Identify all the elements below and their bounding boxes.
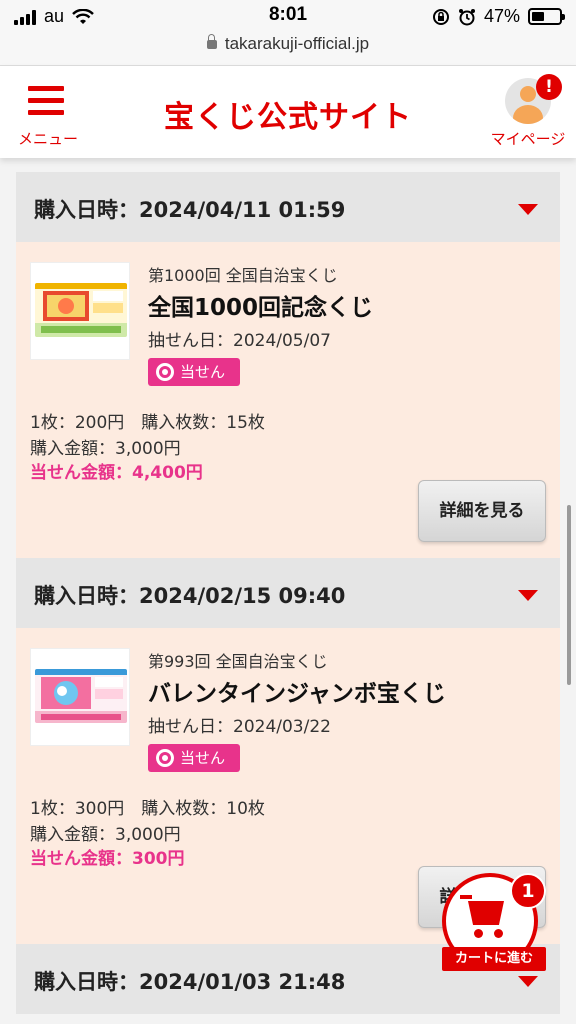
alarm-icon bbox=[458, 8, 475, 25]
rotation-lock-icon bbox=[432, 8, 449, 25]
cart-button[interactable]: カートに進む 1 bbox=[442, 873, 546, 973]
mypage-button[interactable]: ! マイページ bbox=[490, 74, 566, 152]
target-icon bbox=[156, 363, 174, 381]
purchase-card: 購入日時：2024/04/11 01:59 第1000回 全国自治宝くじ 全国1… bbox=[16, 172, 560, 560]
purchase-card-header[interactable]: 購入日時：2024/04/11 01:59 bbox=[16, 172, 560, 242]
ticket-thumbnail bbox=[30, 648, 130, 746]
chevron-down-icon[interactable] bbox=[518, 976, 538, 987]
target-icon bbox=[156, 749, 174, 767]
url-text: takarakuji-official.jp bbox=[224, 34, 370, 53]
draw-date: 抽せん日：2024/05/07 bbox=[148, 331, 331, 351]
winning-amount: 当せん金額：4,400円 bbox=[30, 463, 203, 483]
winning-amount: 当せん金額：300円 bbox=[30, 849, 185, 869]
status-bar: au 8:01 47% bbox=[0, 0, 576, 34]
purchase-date: 購入日時：2024/04/11 01:59 bbox=[34, 198, 346, 222]
battery-percent: 47% bbox=[483, 6, 520, 26]
cart-wheel bbox=[494, 929, 503, 938]
win-badge-label: 当せん bbox=[180, 363, 226, 381]
unit-info: 1枚：300円 購入枚数：10枚 bbox=[30, 799, 265, 819]
purchase-date: 購入日時：2024/02/15 09:40 bbox=[34, 584, 346, 608]
scrollbar[interactable] bbox=[567, 505, 571, 685]
cart-icon bbox=[460, 895, 472, 899]
cart-count-badge: 1 bbox=[510, 873, 546, 909]
win-badge-label: 当せん bbox=[180, 749, 226, 767]
battery-fill bbox=[532, 12, 544, 21]
lottery-name: 全国1000回記念くじ bbox=[148, 295, 374, 321]
lottery-series: 第993回 全国自治宝くじ bbox=[148, 652, 328, 671]
ticket-image bbox=[35, 283, 127, 337]
ticket-thumbnail bbox=[30, 262, 130, 360]
win-badge: 当せん bbox=[148, 358, 240, 386]
detail-button[interactable]: 詳細を見る bbox=[418, 480, 546, 542]
unit-info: 1枚：200円 購入枚数：15枚 bbox=[30, 413, 265, 433]
chevron-down-icon[interactable] bbox=[518, 590, 538, 601]
lottery-series: 第1000回 全国自治宝くじ bbox=[148, 266, 338, 285]
url-bar[interactable]: takarakuji-official.jp bbox=[0, 34, 576, 66]
lock-icon bbox=[206, 34, 217, 49]
ticket-image bbox=[35, 669, 127, 723]
purchase-total: 購入金額：3,000円 bbox=[30, 825, 181, 845]
battery-icon bbox=[528, 8, 565, 25]
cart-basket bbox=[468, 901, 504, 925]
mypage-label: マイページ bbox=[490, 130, 566, 148]
win-badge: 当せん bbox=[148, 744, 240, 772]
cart-wheel bbox=[474, 929, 483, 938]
notification-badge: ! bbox=[536, 74, 562, 100]
cart-label: カートに進む bbox=[442, 947, 546, 971]
purchase-card-body: 第1000回 全国自治宝くじ 全国1000回記念くじ 抽せん日：2024/05/… bbox=[16, 242, 560, 560]
site-header: メニュー 宝くじ公式サイト ! マイページ bbox=[0, 66, 576, 158]
purchase-card-header[interactable]: 購入日時：2024/02/15 09:40 bbox=[16, 558, 560, 628]
draw-date: 抽せん日：2024/03/22 bbox=[148, 717, 331, 737]
lottery-name: バレンタインジャンボ宝くじ bbox=[148, 681, 446, 707]
purchase-total: 購入金額：3,000円 bbox=[30, 439, 181, 459]
purchase-date: 購入日時：2024/01/03 21:48 bbox=[34, 970, 346, 994]
chevron-down-icon[interactable] bbox=[518, 204, 538, 215]
page: au 8:01 47% takarakuji-official.jp メニュー … bbox=[0, 0, 576, 1024]
status-right: 47% bbox=[432, 6, 565, 27]
